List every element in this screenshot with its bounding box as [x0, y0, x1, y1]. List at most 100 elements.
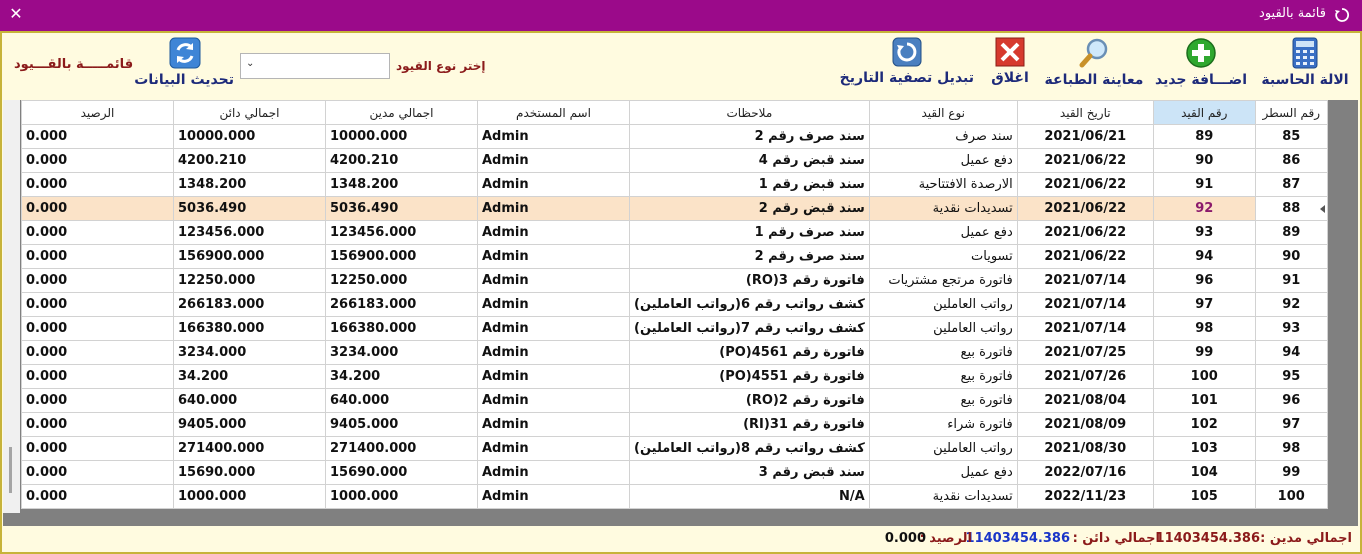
table-row[interactable]: 97 102 2021/08/09 فاتورة شراء فاتورة رقم 31(… [21, 412, 1328, 437]
balance-cell[interactable]: 0.000 [21, 412, 174, 437]
balance-cell[interactable]: 0.000 [21, 172, 174, 197]
user-name-cell[interactable]: Admin [477, 436, 630, 461]
row-number-cell[interactable]: 88 [1254, 196, 1328, 221]
total-credit-cell[interactable]: 123456.000 [173, 220, 326, 245]
column-header[interactable]: رقم القيد [1152, 100, 1256, 125]
notes-cell[interactable]: سند قبض رقم 1 [629, 172, 870, 197]
user-name-cell[interactable]: Admin [477, 148, 630, 173]
notes-cell[interactable]: كشف رواتب رقم 6(رواتب العاملين) [629, 292, 870, 317]
user-name-cell[interactable]: Admin [477, 124, 630, 149]
user-name-cell[interactable]: Admin [477, 268, 630, 293]
row-number-cell[interactable]: 86 [1254, 148, 1328, 173]
table-row[interactable]: 92 97 2021/07/14 رواتب العاملين كشف رواتب رق… [21, 292, 1328, 317]
close-icon[interactable]: ✕ [6, 4, 26, 24]
balance-cell[interactable]: 0.000 [21, 484, 174, 509]
total-credit-cell[interactable]: 5036.490 [173, 196, 326, 221]
balance-cell[interactable]: 0.000 [21, 340, 174, 365]
column-header[interactable]: اجمالي دائن [173, 100, 326, 125]
total-credit-cell[interactable]: 12250.000 [173, 268, 326, 293]
vertical-scrollbar[interactable] [3, 100, 20, 513]
journal-type-cell[interactable]: دفع عميل [868, 148, 1018, 173]
date-filter-toggle-button[interactable]: تبديل تصفية التاريخ [840, 37, 974, 95]
row-number-cell[interactable]: 100 [1254, 484, 1328, 509]
user-name-cell[interactable]: Admin [477, 172, 630, 197]
total-debit-cell[interactable]: 271400.000 [325, 436, 478, 461]
balance-cell[interactable]: 0.000 [21, 196, 174, 221]
total-debit-cell[interactable]: 34.200 [325, 364, 478, 389]
column-header[interactable]: الرصيد [21, 100, 174, 125]
journal-number-cell[interactable]: 104 [1152, 460, 1256, 485]
user-name-cell[interactable]: Admin [477, 196, 630, 221]
journal-number-cell[interactable]: 103 [1152, 436, 1256, 461]
user-name-cell[interactable]: Admin [477, 316, 630, 341]
total-credit-cell[interactable]: 3234.000 [173, 340, 326, 365]
row-number-cell[interactable]: 90 [1254, 244, 1328, 269]
add-new-button[interactable]: اضـــافة جديد [1152, 37, 1250, 95]
table-row[interactable]: 98 103 2021/08/30 رواتب العاملين كشف رواتب ر… [21, 436, 1328, 461]
journal-date-cell[interactable]: 2021/06/22 [1016, 196, 1154, 221]
row-number-cell[interactable]: 87 [1254, 172, 1328, 197]
total-credit-cell[interactable]: 266183.000 [173, 292, 326, 317]
notes-cell[interactable]: سند قبض رقم 2 [629, 196, 870, 221]
journal-number-cell[interactable]: 89 [1152, 124, 1256, 149]
journal-date-cell[interactable]: 2021/06/21 [1016, 124, 1154, 149]
journal-type-cell[interactable]: تسديدات نقدية [868, 484, 1018, 509]
notes-cell[interactable]: فاتورة رقم 4551(PO) [629, 364, 870, 389]
user-name-cell[interactable]: Admin [477, 244, 630, 269]
table-row[interactable]: 94 99 2021/07/25 فاتورة بيع فاتورة رقم 4561(… [21, 340, 1328, 365]
table-row[interactable]: 95 100 2021/07/26 فاتورة بيع فاتورة رقم 4551… [21, 364, 1328, 389]
column-header[interactable]: نوع القيد [868, 100, 1018, 125]
total-credit-cell[interactable]: 640.000 [173, 388, 326, 413]
table-row[interactable]: 85 89 2021/06/21 سند صرف سند صرف رقم 2 Admin 1… [21, 124, 1328, 149]
balance-cell[interactable]: 0.000 [21, 220, 174, 245]
total-debit-cell[interactable]: 5036.490 [325, 196, 478, 221]
journal-date-cell[interactable]: 2021/06/22 [1016, 244, 1154, 269]
notes-cell[interactable]: سند صرف رقم 1 [629, 220, 870, 245]
total-debit-cell[interactable]: 10000.000 [325, 124, 478, 149]
balance-cell[interactable]: 0.000 [21, 148, 174, 173]
row-number-cell[interactable]: 93 [1254, 316, 1328, 341]
total-debit-cell[interactable]: 640.000 [325, 388, 478, 413]
journal-date-cell[interactable]: 2021/07/26 [1016, 364, 1154, 389]
journal-type-cell[interactable]: رواتب العاملين [868, 292, 1018, 317]
table-row[interactable]: 88 92 2021/06/22 تسديدات نقدية سند قبض رقم 2… [21, 196, 1328, 221]
notes-cell[interactable]: سند صرف رقم 2 [629, 124, 870, 149]
print-preview-button[interactable]: معاينة الطباعة [1044, 37, 1144, 95]
journal-number-cell[interactable]: 100 [1152, 364, 1256, 389]
total-credit-cell[interactable]: 166380.000 [173, 316, 326, 341]
journal-date-cell[interactable]: 2022/11/23 [1016, 484, 1154, 509]
table-row[interactable]: 91 96 2021/07/14 فاتورة مرتجع مشتريات فاتورة… [21, 268, 1328, 293]
journal-date-cell[interactable]: 2021/07/14 [1016, 268, 1154, 293]
journal-number-cell[interactable]: 91 [1152, 172, 1256, 197]
journal-type-cell[interactable]: دفع عميل [868, 220, 1018, 245]
table-row[interactable]: 90 94 2021/06/22 تسويات سند صرف رقم 2 Admin 15… [21, 244, 1328, 269]
user-name-cell[interactable]: Admin [477, 388, 630, 413]
journal-type-cell[interactable]: فاتورة بيع [868, 340, 1018, 365]
scrollbar-thumb[interactable] [9, 447, 12, 493]
balance-cell[interactable]: 0.000 [21, 124, 174, 149]
user-name-cell[interactable]: Admin [477, 364, 630, 389]
total-debit-cell[interactable]: 166380.000 [325, 316, 478, 341]
journal-date-cell[interactable]: 2021/08/04 [1016, 388, 1154, 413]
journal-type-cell[interactable]: تسديدات نقدية [868, 196, 1018, 221]
journal-date-cell[interactable]: 2021/08/09 [1016, 412, 1154, 437]
row-number-cell[interactable]: 99 [1254, 460, 1328, 485]
user-name-cell[interactable]: Admin [477, 460, 630, 485]
table-row[interactable]: 93 98 2021/07/14 رواتب العاملين كشف رواتب رق… [21, 316, 1328, 341]
total-credit-cell[interactable]: 9405.000 [173, 412, 326, 437]
notes-cell[interactable]: سند قبض رقم 3 [629, 460, 870, 485]
column-header[interactable]: رقم السطر [1254, 100, 1328, 125]
journal-type-cell[interactable]: دفع عميل [868, 460, 1018, 485]
column-header[interactable]: اسم المستخدم [477, 100, 630, 125]
journal-type-cell[interactable]: فاتورة بيع [868, 364, 1018, 389]
total-credit-cell[interactable]: 34.200 [173, 364, 326, 389]
balance-cell[interactable]: 0.000 [21, 268, 174, 293]
total-debit-cell[interactable]: 3234.000 [325, 340, 478, 365]
row-number-cell[interactable]: 94 [1254, 340, 1328, 365]
journal-date-cell[interactable]: 2021/06/22 [1016, 172, 1154, 197]
journal-type-cell[interactable]: فاتورة شراء [868, 412, 1018, 437]
journal-type-cell[interactable]: سند صرف [868, 124, 1018, 149]
total-debit-cell[interactable]: 1348.200 [325, 172, 478, 197]
journal-number-cell[interactable]: 99 [1152, 340, 1256, 365]
balance-cell[interactable]: 0.000 [21, 436, 174, 461]
